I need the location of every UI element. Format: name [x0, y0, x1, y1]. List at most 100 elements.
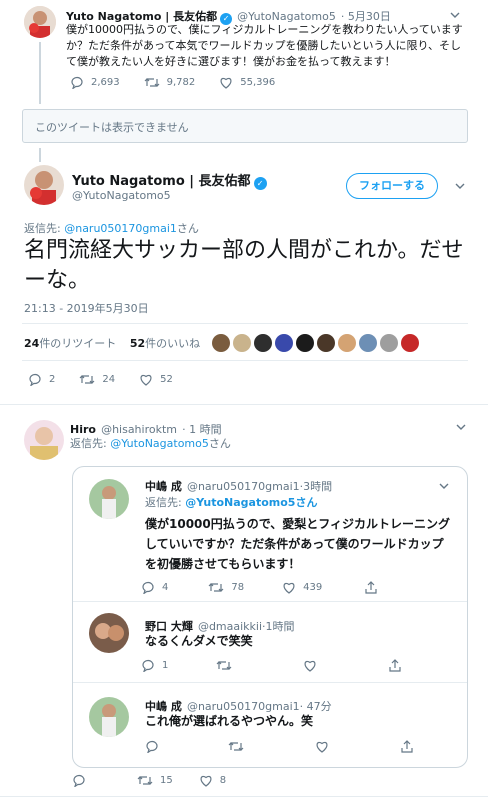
retweet-stat[interactable]: 24件のリツイート — [24, 337, 116, 350]
tweet-actions: 4 78 439 — [141, 581, 409, 594]
avatar[interactable] — [24, 165, 64, 205]
share-icon — [401, 740, 413, 753]
like-stat-count: 52 — [129, 337, 146, 350]
liker-avatar[interactable] — [359, 334, 377, 352]
reply-button[interactable]: 1 — [141, 659, 168, 672]
reply-to-link[interactable]: @YutoNagatomo5さん — [185, 496, 317, 509]
liker-avatar[interactable] — [317, 334, 335, 352]
retweet-button[interactable] — [228, 740, 251, 753]
tweet-actions: 2,693 9,782 55,396 — [70, 76, 299, 89]
divider — [73, 682, 467, 683]
like-stat[interactable]: 52件のいいね — [130, 337, 200, 350]
chevron-down-icon[interactable] — [456, 422, 466, 432]
follow-label: フォローする — [359, 179, 425, 192]
reply-button[interactable]: 2,693 — [70, 76, 120, 89]
like-button[interactable] — [303, 659, 324, 672]
retweet-count: 78 — [231, 582, 245, 593]
like-button[interactable]: 52 — [139, 373, 173, 386]
like-button[interactable]: 439 — [282, 581, 322, 594]
avatar-image — [89, 613, 129, 653]
quoted-thread-card[interactable]: 中嶋 成 @naru050170gmai1·3時間 返信先: @YutoNaga… — [72, 466, 468, 768]
chevron-down-icon[interactable] — [450, 10, 460, 20]
liker-avatar[interactable] — [296, 334, 314, 352]
reply-context: 返信先: @YutoNagatomo5さん — [70, 435, 231, 451]
liker-avatars — [212, 334, 422, 352]
tweet-time[interactable]: ·3時間 — [300, 480, 333, 493]
retweet-icon — [137, 776, 153, 785]
liker-avatar[interactable] — [212, 334, 230, 352]
avatar-image — [89, 697, 129, 737]
share-button[interactable] — [388, 659, 409, 672]
retweet-count: 24 — [102, 374, 116, 385]
reply-count: 1 — [162, 660, 169, 671]
retweet-count: 15 — [160, 775, 173, 786]
retweet-icon — [228, 742, 244, 751]
avatar[interactable] — [89, 613, 129, 653]
author-name[interactable]: 中嶋 成 — [145, 480, 182, 493]
share-icon — [389, 659, 401, 672]
liker-avatar[interactable] — [233, 334, 251, 352]
tweet-actions: 15 8 — [72, 774, 250, 787]
tweet-time[interactable]: ·1時間 — [262, 620, 295, 633]
reply-prefix: 返信先: — [145, 496, 182, 509]
retweet-button[interactable]: 24 — [79, 373, 115, 386]
thread-line — [39, 148, 41, 162]
reply-count: 4 — [162, 582, 169, 593]
chevron-down-icon[interactable] — [439, 481, 449, 491]
divider — [22, 323, 468, 324]
share-button[interactable] — [364, 581, 385, 594]
avatar[interactable] — [24, 6, 56, 38]
author-name[interactable]: Yuto Nagatomo | 長友佑都 — [72, 174, 251, 189]
reply-icon — [146, 740, 158, 753]
quoted-header: 中嶋 成 @naru050170gmai1·3時間 — [145, 475, 332, 494]
reply-suffix: さん — [208, 437, 231, 450]
reply-context: 返信先: @YutoNagatomo5さん — [145, 494, 317, 510]
share-button[interactable] — [400, 740, 421, 753]
reply-button[interactable]: 2 — [28, 373, 55, 386]
verified-icon: ✓ — [253, 177, 267, 190]
heart-icon — [200, 775, 212, 787]
liker-avatar[interactable] — [401, 334, 419, 352]
heart-icon — [283, 582, 295, 594]
tweet-timestamp[interactable]: 21:13 - 2019年5月30日 — [24, 300, 149, 316]
thread-line — [39, 42, 41, 104]
reply-button[interactable] — [72, 774, 93, 787]
reply-button[interactable]: 4 — [141, 581, 168, 594]
liker-avatar[interactable] — [254, 334, 272, 352]
author-handle[interactable]: @naru050170gmai1 — [187, 480, 300, 493]
retweet-button[interactable]: 15 — [137, 774, 173, 787]
retweet-stat-count: 24 — [24, 337, 40, 350]
unavailable-tweet: このツイートは表示できません — [22, 109, 468, 143]
retweet-button[interactable]: 9,782 — [144, 76, 195, 89]
tweet-text: 僕が10000円払うので、僕にフィジカルトレーニングを教わりたい人っていますか？… — [66, 23, 463, 68]
divider — [0, 404, 488, 405]
like-button[interactable] — [315, 740, 336, 753]
tweet-text: 名門流経大サッカー部の人間がこれか。だせーな。 — [24, 238, 464, 293]
avatar[interactable] — [89, 479, 129, 519]
reply-icon — [73, 774, 85, 787]
reply-count: 2 — [49, 374, 56, 385]
avatar[interactable] — [24, 420, 64, 460]
like-count: 52 — [160, 374, 173, 385]
author-handle[interactable]: @YutoNagatomo5 — [72, 189, 171, 202]
avatar[interactable] — [89, 697, 129, 737]
like-button[interactable]: 8 — [199, 774, 226, 787]
reply-count: 2,693 — [91, 77, 120, 88]
reply-button[interactable] — [145, 740, 166, 753]
liker-avatar[interactable] — [275, 334, 293, 352]
reply-to-link[interactable]: @naru050170gmai1 — [64, 222, 177, 235]
reply-to-link[interactable]: @YutoNagatomo5 — [110, 437, 209, 450]
chevron-down-icon[interactable] — [455, 181, 465, 191]
follow-button[interactable]: フォローする — [346, 173, 438, 199]
liker-avatar[interactable] — [380, 334, 398, 352]
retweet-button[interactable]: 78 — [208, 581, 244, 594]
tweet-actions — [145, 740, 445, 753]
liker-avatar[interactable] — [338, 334, 356, 352]
retweet-icon — [144, 78, 160, 87]
like-button[interactable]: 55,396 — [219, 76, 275, 89]
reply-prefix: 返信先: — [24, 222, 61, 235]
share-icon — [365, 581, 377, 594]
tweet-actions: 1 — [141, 659, 433, 672]
retweet-button[interactable] — [216, 659, 239, 672]
reply-icon — [29, 373, 41, 386]
